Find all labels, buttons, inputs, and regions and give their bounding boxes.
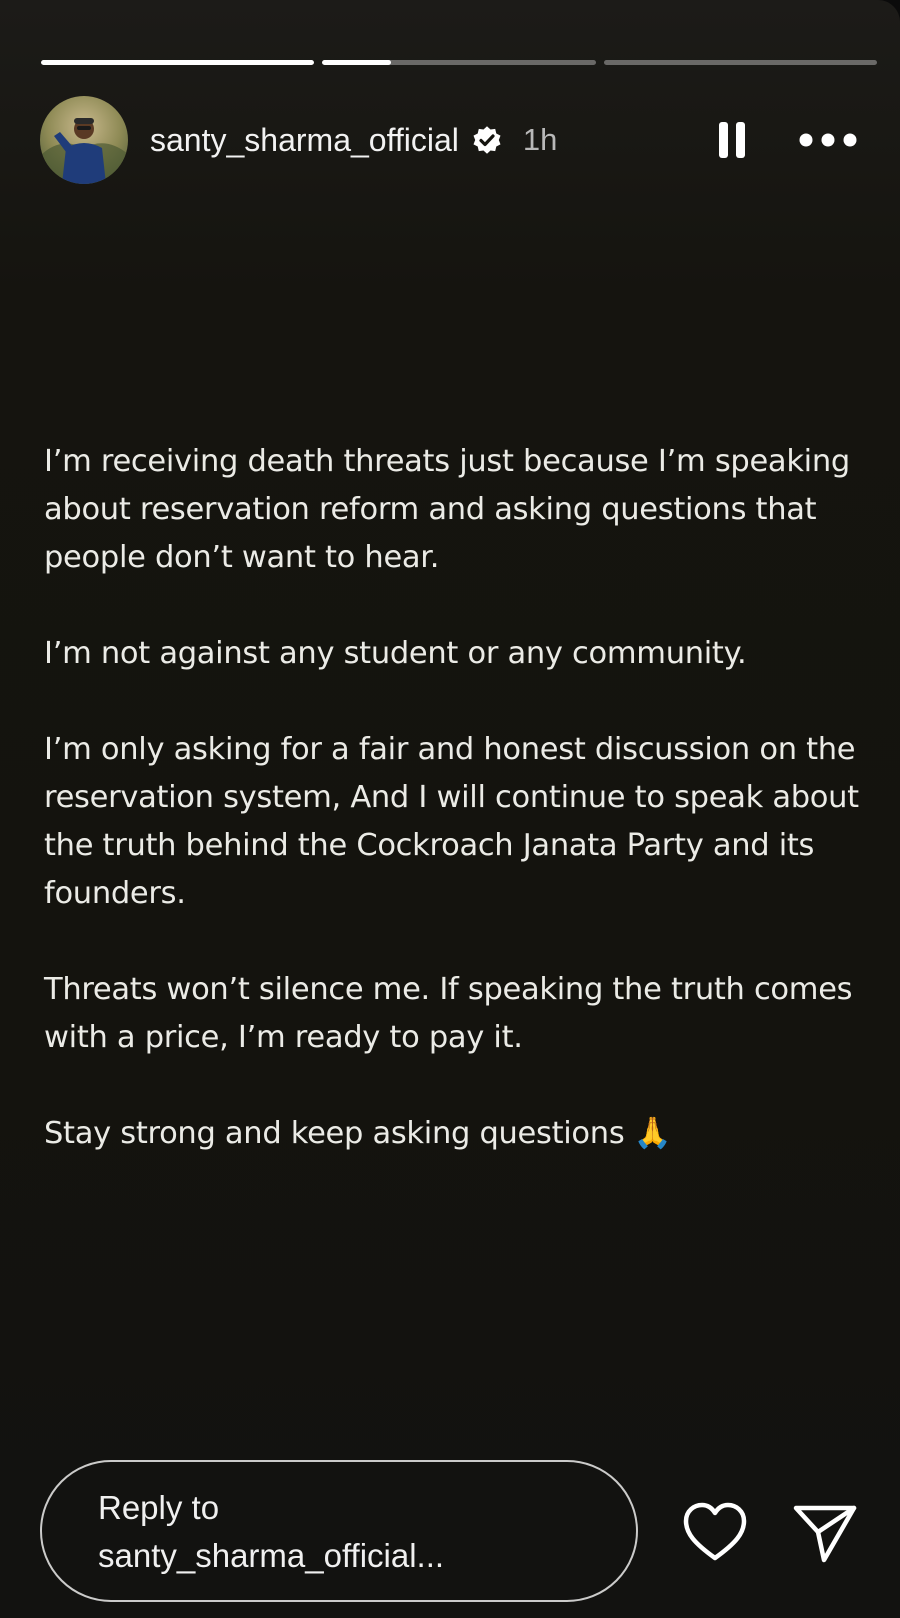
heart-icon — [683, 1502, 747, 1561]
pause-icon — [719, 122, 745, 158]
story-viewer: santy_sharma_official 1h I’m receiving d… — [0, 0, 900, 1618]
post-time: 1h — [522, 122, 558, 157]
reply-placeholder-line2: santy_sharma_official... — [98, 1537, 445, 1574]
story-paragraph: I’m only asking for a fair and honest di… — [44, 732, 859, 911]
story-paragraph: Threats won’t silence me. If speaking th… — [44, 972, 853, 1055]
like-button[interactable] — [680, 1500, 750, 1566]
reply-placeholder-line1: Reply to — [98, 1489, 220, 1526]
progress-segment — [603, 60, 877, 65]
send-icon — [793, 1505, 857, 1563]
progress-segment — [322, 60, 596, 65]
progress-segment — [41, 60, 315, 65]
avatar[interactable] — [40, 96, 128, 184]
more-options-button[interactable] — [795, 118, 861, 162]
avatar-image — [40, 96, 128, 184]
progress-fill — [41, 60, 315, 65]
verified-badge-icon — [471, 124, 503, 156]
story-text: I’m receiving death threats just because… — [44, 438, 864, 1158]
pause-button[interactable] — [710, 118, 754, 162]
story-paragraph: Stay strong and keep asking questions 🙏 — [44, 1116, 672, 1151]
progress-fill — [322, 60, 391, 65]
story-paragraph: I’m not against any student or any commu… — [44, 636, 747, 671]
reply-input[interactable]: Reply to santy_sharma_official... — [40, 1460, 638, 1602]
more-options-icon — [799, 133, 857, 147]
username[interactable]: santy_sharma_official — [150, 122, 459, 159]
story-paragraph: I’m receiving death threats just because… — [44, 444, 850, 575]
share-button[interactable] — [790, 1500, 860, 1566]
story-progress-bar — [41, 60, 877, 65]
story-header: santy_sharma_official 1h — [40, 96, 860, 184]
